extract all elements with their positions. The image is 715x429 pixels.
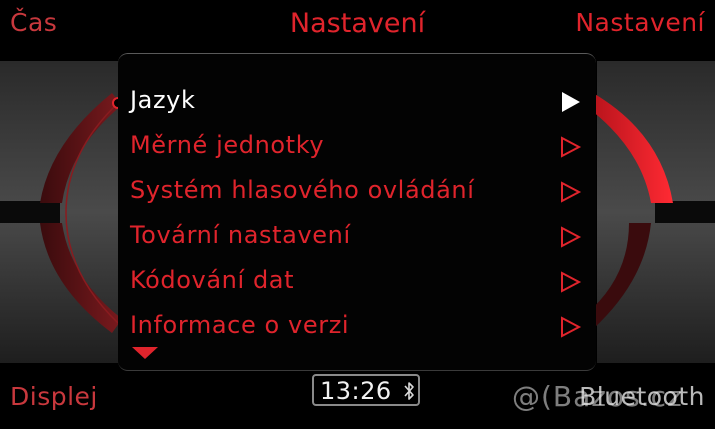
triangle-down-icon bbox=[132, 347, 158, 359]
triangle-right-icon bbox=[561, 226, 582, 248]
triangle-right-icon bbox=[561, 316, 582, 338]
menu-item-units[interactable]: Měrné jednotky bbox=[118, 125, 596, 170]
clock-box: 13:26 bbox=[312, 374, 420, 406]
watermark: @(Bazos.cz bbox=[512, 380, 683, 413]
triangle-right-icon bbox=[561, 136, 582, 158]
triangle-right-icon bbox=[561, 181, 582, 203]
menu-item-language[interactable]: Jazyk bbox=[118, 80, 596, 125]
menu-item-data-coding[interactable]: Kódování dat bbox=[118, 260, 596, 305]
softkey-bottom-left[interactable]: Displej bbox=[10, 382, 98, 411]
menu-item-label: Informace o verzi bbox=[130, 311, 350, 339]
menu-item-factory-reset[interactable]: Tovární nastavení bbox=[118, 215, 596, 260]
settings-menu-panel: Jazyk Měrné jednotky Systém hlasového ov… bbox=[118, 53, 596, 371]
clock-time: 13:26 bbox=[320, 377, 392, 405]
menu-item-label: Tovární nastavení bbox=[130, 221, 351, 249]
menu-item-label: Kódování dat bbox=[130, 266, 295, 294]
triangle-right-icon bbox=[562, 92, 580, 112]
bluetooth-icon bbox=[404, 382, 414, 400]
settings-menu-list: Jazyk Měrné jednotky Systém hlasového ov… bbox=[118, 80, 596, 350]
menu-item-label: Jazyk bbox=[130, 86, 196, 114]
menu-item-voice-control[interactable]: Systém hlasového ovládání bbox=[118, 170, 596, 215]
menu-item-label: Systém hlasového ovládání bbox=[130, 176, 475, 204]
triangle-right-icon bbox=[561, 271, 582, 293]
screen-title: Nastavení bbox=[289, 8, 426, 39]
menu-item-version-info[interactable]: Informace o verzi bbox=[118, 305, 596, 350]
menu-item-label: Měrné jednotky bbox=[130, 131, 325, 159]
